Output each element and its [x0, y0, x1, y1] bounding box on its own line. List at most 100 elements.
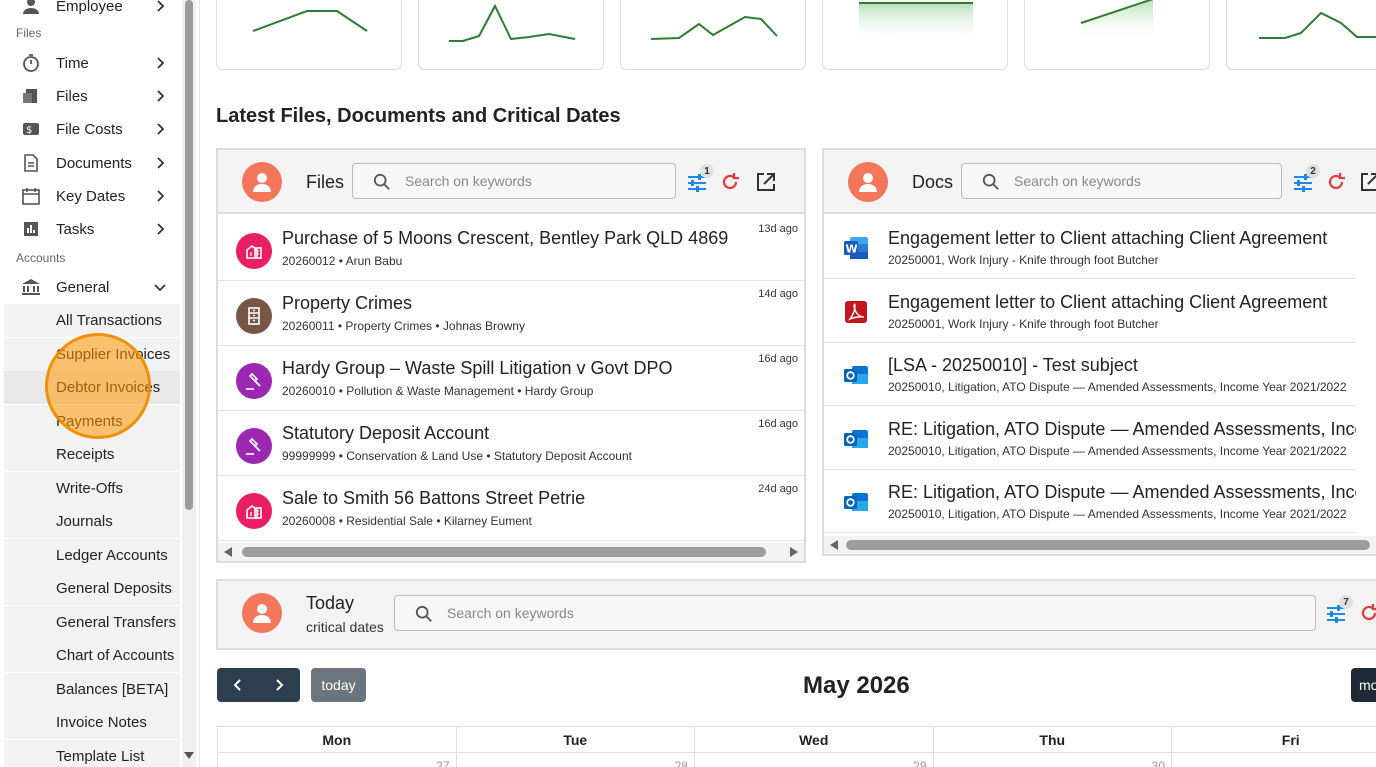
chevron-down-icon — [154, 284, 166, 292]
docs-search[interactable] — [961, 163, 1282, 199]
calendar-month-view-button[interactable]: mo — [1351, 668, 1376, 702]
panel-title: Files — [306, 172, 345, 192]
submenu-item-receipts[interactable]: Receipts — [4, 438, 180, 471]
sidebar-item-tasks[interactable]: Tasks — [0, 213, 180, 245]
calendar-day-name: Wed — [799, 732, 829, 748]
file-row[interactable]: Hardy Group – Waste Spill Litigation v G… — [218, 346, 804, 411]
file-title: Purchase of 5 Moons Crescent, Bentley Pa… — [282, 228, 729, 248]
user-icon — [253, 604, 271, 623]
submenu-item-ledger-accounts[interactable]: Ledger Accounts — [4, 538, 180, 572]
files-list: Purchase of 5 Moons Crescent, Bentley Pa… — [218, 216, 804, 542]
spark-card[interactable] — [620, 0, 806, 70]
today-search[interactable] — [394, 595, 1316, 631]
spark-card[interactable] — [1024, 0, 1210, 70]
files-search[interactable] — [352, 163, 676, 199]
file-row[interactable]: Statutory Deposit Account 99999999 • Cons… — [218, 411, 804, 476]
open-external-icon[interactable] — [755, 171, 777, 193]
scroll-right-icon[interactable] — [790, 547, 798, 557]
submenu-item-journals[interactable]: Journals — [4, 505, 180, 538]
docs-hscrollbar[interactable] — [824, 536, 1376, 554]
sidebar-item-files[interactable]: Files — [0, 80, 180, 112]
sparkline — [650, 15, 778, 40]
refresh-icon[interactable] — [1325, 171, 1347, 193]
file-title: Sale to Smith 56 Battons Street Petrie — [282, 488, 586, 508]
sidebar-item-general[interactable]: General — [0, 271, 180, 303]
submenu-item-label: Invoice Notes — [56, 714, 147, 731]
sparkline — [859, 2, 973, 43]
submenu-item-label: General Transfers — [56, 613, 177, 631]
sidebar-item-label: Time — [56, 54, 89, 72]
submenu-item-write-offs[interactable]: Write-Offs — [4, 471, 180, 505]
open-external-icon[interactable] — [1359, 171, 1376, 193]
spark-card[interactable] — [418, 0, 604, 70]
calendar-date-cell[interactable]: 29 — [913, 759, 926, 767]
chevron-right-icon — [157, 157, 165, 169]
calendar-day-header: Thu — [933, 727, 1171, 753]
files-hscrollbar[interactable] — [218, 543, 804, 561]
calendar-date-cell[interactable]: 30 — [1152, 759, 1165, 767]
scroll-down-arrow-icon[interactable] — [184, 752, 194, 759]
file-meta: 20260010 • Pollution & Waste Management … — [282, 384, 594, 398]
doc-row[interactable]: [LSA - 20250010] - Test subject 20250010,… — [824, 343, 1356, 406]
submenu-item-label: Template List — [56, 747, 145, 765]
file-row[interactable]: Property Crimes 20260011 • Property Crime… — [218, 281, 804, 346]
calendar-day-name: Mon — [322, 732, 352, 748]
calendar-day-header: Wed — [695, 727, 933, 753]
search-input[interactable] — [405, 173, 675, 189]
sidebar-scrollbar[interactable] — [182, 0, 196, 767]
chevron-right-icon — [276, 679, 284, 691]
scrollbar-thumb[interactable] — [185, 0, 193, 510]
submenu-item-general-deposits[interactable]: General Deposits — [4, 572, 180, 605]
doc-meta: 20250001, Work Injury - Knife through fo… — [888, 316, 1159, 331]
doc-row[interactable]: RE: Litigation, ATO Dispute — Amended As… — [824, 470, 1356, 533]
file-meta: 20260008 • Residential Sale • Kilarney E… — [282, 514, 532, 528]
chevron-right-icon — [157, 57, 165, 69]
scrollbar-thumb[interactable] — [242, 547, 766, 557]
calendar-date-cell[interactable]: 28 — [675, 759, 688, 767]
submenu-item-balances-beta[interactable]: Balances [BETA] — [4, 672, 180, 706]
submenu-item-chart-of-accounts[interactable]: Chart of Accounts — [4, 639, 180, 672]
sidebar-item-file-costs[interactable]: $ File Costs — [0, 113, 180, 145]
scrollbar-thumb[interactable] — [846, 540, 1370, 550]
calendar-grid: Mon 27 Tue 28 Wed 29 Thu 30 Fri — [217, 726, 1376, 767]
refresh-icon[interactable] — [719, 171, 741, 193]
sidebar-item-documents[interactable]: Documents — [0, 147, 180, 179]
doc-row[interactable]: Engagement letter to Client attaching Cl… — [824, 280, 1356, 343]
calendar-today-button[interactable]: today — [311, 668, 366, 702]
gavel-icon — [236, 428, 272, 464]
submenu-item-label: All Transactions — [56, 312, 162, 329]
scroll-left-icon[interactable] — [830, 540, 838, 550]
spark-card[interactable] — [822, 0, 1008, 70]
calendar-day-header: Fri — [1172, 727, 1376, 753]
sidebar-item-time[interactable]: Time — [0, 47, 180, 79]
submenu-item-template-list[interactable]: Template List — [4, 739, 180, 767]
submenu-item-all-transactions[interactable]: All Transactions — [4, 304, 180, 337]
file-title: Hardy Group – Waste Spill Litigation v G… — [282, 358, 673, 378]
calendar-date-cell[interactable]: 27 — [436, 759, 449, 767]
file-row[interactable]: Purchase of 5 Moons Crescent, Bentley Pa… — [218, 216, 804, 281]
doc-row[interactable]: W Engagement letter to Client attaching C… — [824, 216, 1356, 279]
doc-title: Engagement letter to Client attaching Cl… — [888, 291, 1328, 312]
submenu-item-label: Ledger Accounts — [56, 546, 168, 564]
doc-row[interactable]: RE: Litigation, ATO Dispute — Amended As… — [824, 407, 1356, 470]
calendar-prev-button[interactable] — [217, 668, 258, 702]
search-icon — [415, 605, 432, 622]
spark-card[interactable] — [1226, 0, 1376, 70]
submenu-item-invoice-notes[interactable]: Invoice Notes — [4, 706, 180, 739]
spark-card[interactable] — [216, 0, 402, 70]
pdf-icon — [842, 298, 870, 326]
file-age: 16d ago — [758, 418, 798, 430]
scroll-left-icon[interactable] — [224, 547, 232, 557]
refresh-icon[interactable] — [1358, 602, 1376, 624]
sidebar-item-employee[interactable]: Employee — [0, 0, 180, 22]
sidebar-item-key-dates[interactable]: Key Dates — [0, 180, 180, 212]
search-input[interactable] — [447, 605, 1315, 621]
doc-title: Engagement letter to Client attaching Cl… — [888, 228, 1328, 248]
file-row[interactable]: Sale to Smith 56 Battons Street Petrie 20… — [218, 476, 804, 541]
calendar-next-button[interactable] — [258, 668, 300, 702]
person-icon — [20, 0, 42, 17]
bar-chart-icon — [20, 218, 42, 240]
search-input[interactable] — [1014, 173, 1281, 189]
doc-meta: 20250010, Litigation, ATO Dispute — Amen… — [888, 443, 1347, 458]
submenu-item-general-transfers[interactable]: General Transfers — [4, 605, 180, 639]
